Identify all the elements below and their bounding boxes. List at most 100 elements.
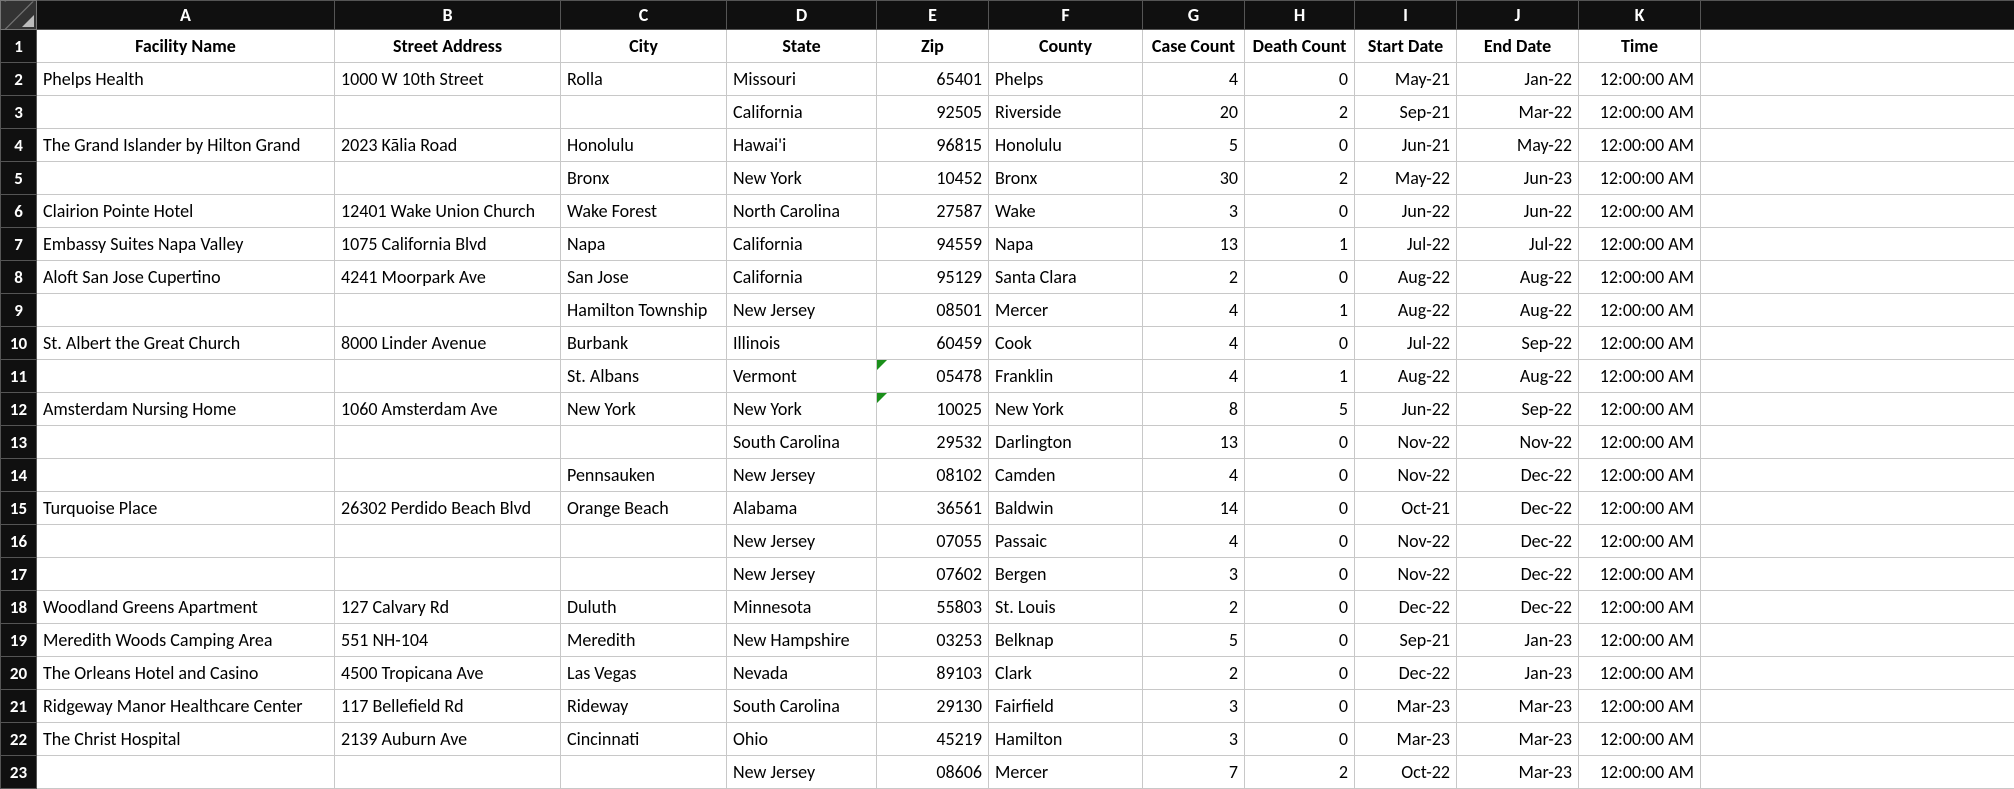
cell-I[interactable]: Sep-21: [1355, 624, 1457, 657]
row-header-18[interactable]: 18: [1, 591, 37, 624]
cell-J[interactable]: Nov-22: [1457, 426, 1579, 459]
cell-I[interactable]: Sep-21: [1355, 96, 1457, 129]
row-header-16[interactable]: 16: [1, 525, 37, 558]
cell-F[interactable]: St. Louis: [989, 591, 1143, 624]
cell-B[interactable]: 1060 Amsterdam Ave: [335, 393, 561, 426]
header-cell-K[interactable]: Time: [1579, 30, 1701, 63]
row-header-12[interactable]: 12: [1, 393, 37, 426]
row-header-15[interactable]: 15: [1, 492, 37, 525]
cell-C[interactable]: Hamilton Township: [561, 294, 727, 327]
cell-G[interactable]: 30: [1143, 162, 1245, 195]
cell-C[interactable]: Rideway: [561, 690, 727, 723]
cell-K[interactable]: 12:00:00 AM: [1579, 525, 1701, 558]
cell-K[interactable]: 12:00:00 AM: [1579, 591, 1701, 624]
header-cell-I[interactable]: Start Date: [1355, 30, 1457, 63]
cell-C[interactable]: San Jose: [561, 261, 727, 294]
cell-C[interactable]: Las Vegas: [561, 657, 727, 690]
row-header-4[interactable]: 4: [1, 129, 37, 162]
cell-D[interactable]: Missouri: [727, 63, 877, 96]
cell-B[interactable]: 4241 Moorpark Ave: [335, 261, 561, 294]
cell-B[interactable]: 26302 Perdido Beach Blvd: [335, 492, 561, 525]
cell-A[interactable]: Phelps Health: [37, 63, 335, 96]
row-header-7[interactable]: 7: [1, 228, 37, 261]
cell-B[interactable]: 551 NH-104: [335, 624, 561, 657]
cell-F[interactable]: Hamilton: [989, 723, 1143, 756]
cell-E[interactable]: 10452: [877, 162, 989, 195]
cell-G[interactable]: 3: [1143, 195, 1245, 228]
cell-E[interactable]: 03253: [877, 624, 989, 657]
cell-A[interactable]: [37, 525, 335, 558]
column-header-I[interactable]: I: [1355, 1, 1457, 30]
cell-J[interactable]: Jan-23: [1457, 624, 1579, 657]
cell-A[interactable]: [37, 459, 335, 492]
cell-A[interactable]: [37, 294, 335, 327]
header-cell-A[interactable]: Facility Name: [37, 30, 335, 63]
cell-K[interactable]: 12:00:00 AM: [1579, 558, 1701, 591]
cell-H[interactable]: 0: [1245, 690, 1355, 723]
cell-B[interactable]: 127 Calvary Rd: [335, 591, 561, 624]
cell-E[interactable]: 45219: [877, 723, 989, 756]
cell-D[interactable]: Vermont: [727, 360, 877, 393]
cell-C[interactable]: [561, 96, 727, 129]
cell-G[interactable]: 13: [1143, 426, 1245, 459]
cell-F[interactable]: Clark: [989, 657, 1143, 690]
cell-G[interactable]: 4: [1143, 525, 1245, 558]
cell-E[interactable]: 27587: [877, 195, 989, 228]
cell-A[interactable]: Aloft San Jose Cupertino: [37, 261, 335, 294]
cell-H[interactable]: 0: [1245, 129, 1355, 162]
cell-F[interactable]: Phelps: [989, 63, 1143, 96]
cell-H[interactable]: 0: [1245, 657, 1355, 690]
column-header-J[interactable]: J: [1457, 1, 1579, 30]
cell-E[interactable]: 96815: [877, 129, 989, 162]
column-header-H[interactable]: H: [1245, 1, 1355, 30]
cell-E[interactable]: 95129: [877, 261, 989, 294]
cell-E[interactable]: 89103: [877, 657, 989, 690]
cell-F[interactable]: Bergen: [989, 558, 1143, 591]
header-cell-E[interactable]: Zip: [877, 30, 989, 63]
cell-J[interactable]: Aug-22: [1457, 261, 1579, 294]
cell-G[interactable]: 13: [1143, 228, 1245, 261]
cell-B[interactable]: 1000 W 10th Street: [335, 63, 561, 96]
cell-K[interactable]: 12:00:00 AM: [1579, 63, 1701, 96]
row-header-2[interactable]: 2: [1, 63, 37, 96]
cell-E[interactable]: 36561: [877, 492, 989, 525]
cell-D[interactable]: Illinois: [727, 327, 877, 360]
cell-A[interactable]: Turquoise Place: [37, 492, 335, 525]
cell-F[interactable]: Passaic: [989, 525, 1143, 558]
cell-D[interactable]: South Carolina: [727, 690, 877, 723]
spreadsheet-grid[interactable]: ABCDEFGHIJK 1Facility NameStreet Address…: [0, 0, 2014, 789]
cell-C[interactable]: St. Albans: [561, 360, 727, 393]
cell-E[interactable]: 55803: [877, 591, 989, 624]
header-cell-G[interactable]: Case Count: [1143, 30, 1245, 63]
header-cell-D[interactable]: State: [727, 30, 877, 63]
cell-E[interactable]: 07602: [877, 558, 989, 591]
cell-J[interactable]: Aug-22: [1457, 294, 1579, 327]
cell-H[interactable]: 0: [1245, 624, 1355, 657]
cell-K[interactable]: 12:00:00 AM: [1579, 162, 1701, 195]
row-header-21[interactable]: 21: [1, 690, 37, 723]
row-header-17[interactable]: 17: [1, 558, 37, 591]
cell-C[interactable]: [561, 525, 727, 558]
cell-K[interactable]: 12:00:00 AM: [1579, 426, 1701, 459]
cell-E[interactable]: 65401: [877, 63, 989, 96]
cell-C[interactable]: Bronx: [561, 162, 727, 195]
cell-J[interactable]: Mar-22: [1457, 96, 1579, 129]
cell-J[interactable]: Mar-23: [1457, 690, 1579, 723]
cell-B[interactable]: 8000 Linder Avenue: [335, 327, 561, 360]
cell-G[interactable]: 3: [1143, 723, 1245, 756]
cell-F[interactable]: Camden: [989, 459, 1143, 492]
cell-I[interactable]: Dec-22: [1355, 591, 1457, 624]
header-cell-F[interactable]: County: [989, 30, 1143, 63]
cell-E[interactable]: 60459: [877, 327, 989, 360]
cell-G[interactable]: 2: [1143, 591, 1245, 624]
cell-I[interactable]: Mar-23: [1355, 690, 1457, 723]
cell-A[interactable]: The Orleans Hotel and Casino: [37, 657, 335, 690]
cell-H[interactable]: 2: [1245, 162, 1355, 195]
cell-K[interactable]: 12:00:00 AM: [1579, 624, 1701, 657]
cell-A[interactable]: [37, 558, 335, 591]
cell-H[interactable]: 0: [1245, 723, 1355, 756]
cell-D[interactable]: New Hampshire: [727, 624, 877, 657]
cell-A[interactable]: Embassy Suites Napa Valley: [37, 228, 335, 261]
cell-C[interactable]: [561, 558, 727, 591]
row-header-5[interactable]: 5: [1, 162, 37, 195]
